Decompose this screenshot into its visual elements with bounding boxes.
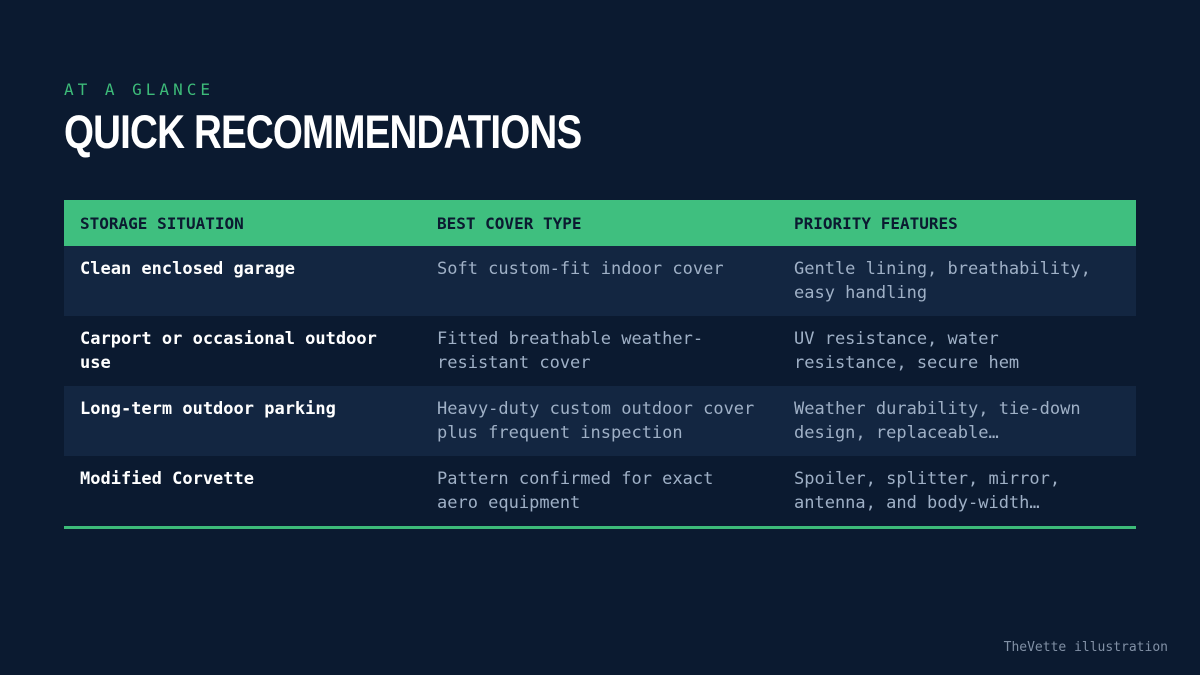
priority-features-cell: UV resistance, water resistance, secure …	[778, 316, 1136, 386]
storage-situation-cell: Carport or occasional outdoor use	[64, 316, 421, 386]
table-row: Modified Corvette Pattern confirmed for …	[64, 456, 1136, 528]
storage-situation-cell: Long-term outdoor parking	[64, 386, 421, 456]
table-header-row: STORAGE SITUATION BEST COVER TYPE PRIORI…	[64, 200, 1136, 246]
cover-type-cell: Soft custom-fit indoor cover	[421, 246, 778, 316]
column-header-best-cover-type: BEST COVER TYPE	[421, 200, 778, 246]
page-title: QUICK RECOMMENDATIONS	[64, 105, 582, 158]
storage-situation-cell: Modified Corvette	[64, 456, 421, 528]
illustration-credit: TheVette illustration	[1003, 640, 1168, 655]
storage-situation-cell: Clean enclosed garage	[64, 246, 421, 316]
cover-type-cell: Fitted breathable weather-resistant cove…	[421, 316, 778, 386]
eyebrow-label: AT A GLANCE	[64, 80, 214, 99]
table-row: Clean enclosed garage Soft custom-fit in…	[64, 246, 1136, 316]
cover-type-cell: Pattern confirmed for exact aero equipme…	[421, 456, 778, 528]
table-row: Long-term outdoor parking Heavy-duty cus…	[64, 386, 1136, 456]
recommendations-table: STORAGE SITUATION BEST COVER TYPE PRIORI…	[64, 200, 1136, 529]
column-header-priority-features: PRIORITY FEATURES	[778, 200, 1136, 246]
column-header-storage-situation: STORAGE SITUATION	[64, 200, 421, 246]
priority-features-cell: Spoiler, splitter, mirror, antenna, and …	[778, 456, 1136, 528]
table-row: Carport or occasional outdoor use Fitted…	[64, 316, 1136, 386]
priority-features-cell: Weather durability, tie-down design, rep…	[778, 386, 1136, 456]
cover-type-cell: Heavy-duty custom outdoor cover plus fre…	[421, 386, 778, 456]
priority-features-cell: Gentle lining, breathability, easy handl…	[778, 246, 1136, 316]
